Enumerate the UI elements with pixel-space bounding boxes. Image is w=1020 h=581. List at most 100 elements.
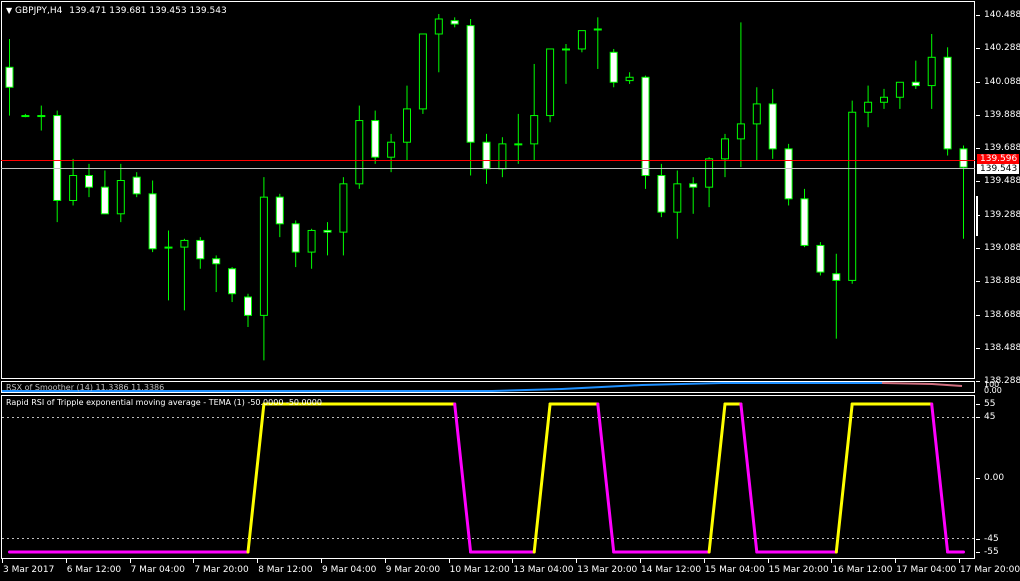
- candle: [323, 222, 332, 256]
- time-tick: [703, 559, 705, 563]
- current-price-tag: 139.543: [977, 164, 1019, 174]
- candle: [625, 72, 634, 84]
- candle-body-bullish: [721, 138, 729, 160]
- candle-body-bullish: [387, 141, 396, 158]
- main-chart-pane[interactable]: [1, 1, 975, 379]
- time-tick: [448, 559, 450, 563]
- time-tick-label: 9 Mar 04:00: [322, 565, 377, 575]
- rsi-segment: [596, 402, 616, 554]
- time-tick: [2, 559, 3, 563]
- candle: [212, 255, 221, 293]
- time-tick-label: 7 Mar 20:00: [194, 565, 249, 575]
- time-tick: [512, 559, 514, 563]
- time-tick-label: 17 Mar 20:00: [960, 565, 1020, 575]
- candle: [100, 170, 109, 215]
- time-tick-label: 16 Mar 12:00: [832, 565, 893, 575]
- candle: [307, 228, 316, 269]
- candle-body-bullish: [593, 28, 602, 31]
- candle-body-bearish: [5, 66, 14, 88]
- candle-body-bearish: [148, 193, 157, 250]
- candle: [800, 188, 809, 248]
- candle: [5, 38, 14, 116]
- price-tick: [976, 14, 980, 16]
- candle: [196, 237, 205, 269]
- candle: [403, 85, 411, 161]
- candle: [116, 163, 125, 223]
- candle: [577, 30, 586, 53]
- candle-body-bullish: [434, 18, 443, 35]
- time-tick: [831, 559, 833, 563]
- price-tick: [976, 381, 980, 383]
- candle: [736, 22, 745, 168]
- candle: [927, 33, 936, 109]
- rsi-tick: [976, 478, 980, 479]
- candle: [450, 17, 459, 28]
- candle: [291, 220, 300, 268]
- price-tick: [976, 248, 980, 250]
- rsi-tick-label: 45: [984, 412, 996, 423]
- price-tick-label: 140.488: [984, 9, 1020, 20]
- candle-body-bearish: [132, 176, 141, 195]
- candle: [721, 133, 729, 178]
- candle: [21, 113, 30, 118]
- candle-body-bullish: [403, 108, 411, 143]
- time-tick-label: 17 Mar 04:00: [896, 565, 957, 575]
- candle-body-bullish: [498, 143, 507, 170]
- candle-body-bearish: [689, 183, 698, 188]
- candle-body-bullish: [927, 56, 936, 87]
- time-tick: [321, 559, 322, 563]
- rsi-pane[interactable]: [1, 395, 975, 559]
- candle: [673, 170, 682, 239]
- candle: [371, 110, 380, 164]
- candle: [228, 267, 237, 303]
- candle-body-bearish: [784, 148, 793, 200]
- candle-body-bullish: [864, 101, 873, 113]
- candle-body-bearish: [228, 268, 237, 295]
- candle-body-bearish: [832, 273, 841, 281]
- time-tick: [640, 559, 641, 563]
- time-tick: [193, 559, 195, 563]
- candle: [657, 163, 666, 218]
- time-tick-label: 9 Mar 20:00: [385, 565, 441, 575]
- candle-body-bullish: [625, 76, 634, 82]
- chevron-down-icon[interactable]: ▼: [6, 6, 12, 15]
- candle: [387, 133, 396, 173]
- time-tick-label: 6 Mar 12:00: [66, 565, 122, 575]
- price-tick-label: 138.488: [984, 342, 1020, 353]
- candle-body-bullish: [752, 103, 761, 125]
- candle: [466, 18, 475, 176]
- candle: [546, 48, 555, 123]
- candle-body-bullish: [546, 48, 555, 117]
- candle-body-bullish: [180, 239, 189, 248]
- time-tick-label: 13 Mar 04:00: [513, 565, 574, 575]
- candle-body-bearish: [482, 141, 491, 170]
- rsi-tick: [976, 538, 980, 540]
- candle-body-bearish: [959, 148, 968, 168]
- candle: [609, 48, 618, 88]
- time-tick-label: 3 Mar 2017: [3, 565, 55, 575]
- rsx-title: RSX of Smoother (14) 11.3386 11.3386: [6, 383, 165, 392]
- price-tick-label: 139.088: [984, 243, 1020, 254]
- scroll-indicator[interactable]: [976, 196, 978, 236]
- candle-body-bullish: [355, 120, 364, 185]
- candle: [164, 230, 173, 301]
- candle-body-bullish: [21, 115, 30, 118]
- candle-body-bullish: [37, 115, 46, 118]
- time-tick-label: 14 Mar 12:00: [641, 565, 702, 575]
- time-tick: [257, 559, 259, 563]
- price-tick-label: 139.888: [984, 109, 1020, 120]
- candle: [53, 110, 62, 223]
- time-tick: [129, 559, 131, 563]
- candle-body-bullish: [69, 175, 78, 201]
- candle: [259, 177, 268, 361]
- candlestick-chart: [5, 14, 968, 361]
- candle: [37, 105, 46, 131]
- candle-body-bullish: [418, 33, 427, 110]
- candle: [355, 105, 364, 189]
- candle: [482, 133, 491, 184]
- candle: [911, 60, 920, 89]
- ohlc-label: 139.471 139.681 139.453 139.543: [69, 6, 227, 16]
- candle-body-bearish: [816, 244, 825, 273]
- price-tick-label: 138.688: [984, 309, 1020, 320]
- candle-body-bearish: [943, 56, 952, 150]
